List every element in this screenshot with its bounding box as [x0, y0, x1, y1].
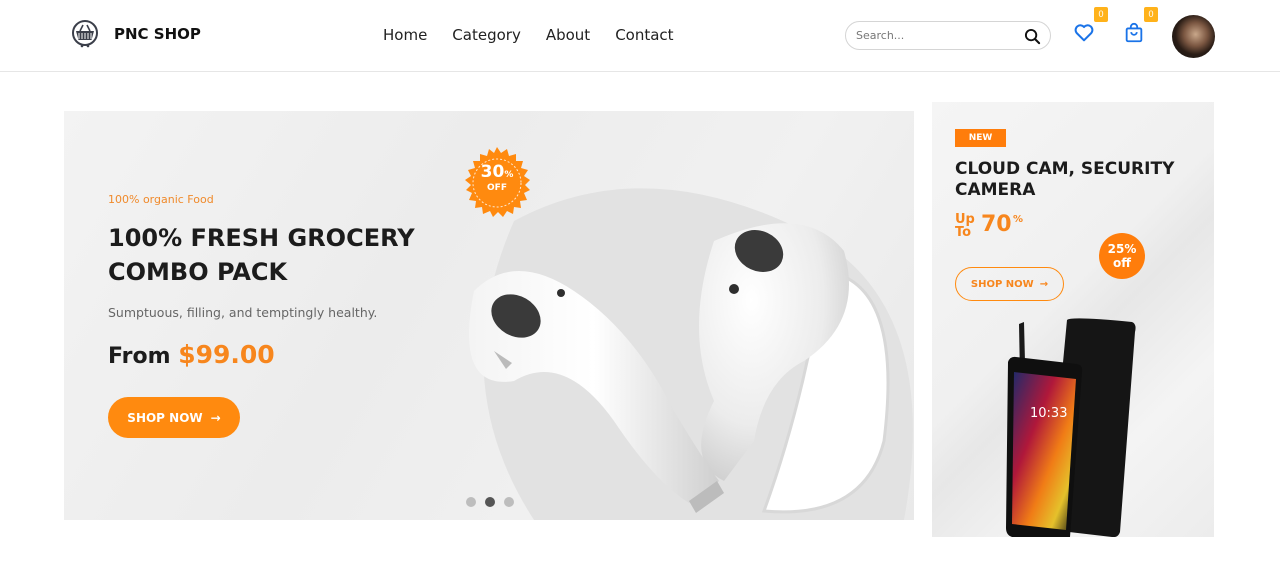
hero-shop-now-button[interactable]: SHOP NOW → [108, 397, 240, 438]
hero-title: 100% FRESH GROCERY COMBO PACK [108, 224, 415, 286]
promo-card: 10:33 NEW CLOUD CAM, SECURITY CAMERA Up … [932, 102, 1214, 537]
up-to-value: 70 [981, 212, 1012, 237]
price-amount: $99.00 [178, 340, 275, 369]
shopping-bag-icon[interactable] [1123, 22, 1145, 44]
up-to-label: Up To [955, 212, 975, 240]
new-badge: NEW [955, 129, 1006, 147]
hero-shop-now-label: SHOP NOW [127, 410, 203, 425]
search-box [845, 21, 1051, 50]
site-header: PNC SHOP Home Category About Contact 0 0 [0, 0, 1280, 72]
hero-price: From $99.00 [108, 340, 275, 369]
discount-seal-text: 30% OFF [461, 164, 533, 193]
promo-discount-badge: 25% off [1099, 233, 1145, 279]
nav-item-contact[interactable]: Contact [615, 26, 673, 44]
brand-logo[interactable]: PNC SHOP [70, 19, 201, 49]
search-input[interactable] [856, 29, 1016, 42]
promo-shop-now-button[interactable]: SHOP NOW → [955, 267, 1064, 301]
basket-logo-icon [72, 20, 98, 48]
price-prefix: From [108, 344, 171, 369]
nav-item-category[interactable]: Category [452, 26, 521, 44]
promo-shop-now-label: SHOP NOW [970, 278, 1034, 290]
search-icon[interactable] [1024, 28, 1041, 45]
hero-subtitle: 100% organic Food [108, 193, 214, 206]
earbuds-image [469, 188, 913, 520]
smartphone-image: 10:33 [1006, 318, 1136, 537]
nav-item-home[interactable]: Home [383, 26, 427, 44]
discount-value: 30 [480, 162, 505, 182]
nav-item-about[interactable]: About [546, 26, 590, 44]
slider-pagination [466, 497, 514, 507]
up-to-unit: % [1013, 214, 1024, 225]
hero-description: Sumptuous, filling, and temptingly healt… [108, 305, 378, 320]
svg-text:10:33: 10:33 [1030, 406, 1067, 421]
promo-discount-off: off [1113, 256, 1131, 270]
slider-dot[interactable] [466, 497, 476, 507]
promo-title: CLOUD CAM, SECURITY CAMERA [955, 159, 1175, 200]
arrow-right-icon: → [210, 410, 221, 425]
slider-dot[interactable] [504, 497, 514, 507]
brand-name: PNC SHOP [114, 25, 201, 43]
cart-count-badge: 0 [1144, 7, 1158, 22]
wishlist-count-badge: 0 [1094, 7, 1108, 22]
heart-icon[interactable] [1073, 22, 1095, 44]
slider-dot-active[interactable] [485, 497, 495, 507]
arrow-right-icon: → [1039, 278, 1049, 290]
hero-slider: 100% organic Food 100% FRESH GROCERY COM… [64, 111, 914, 520]
discount-unit: % [504, 170, 514, 180]
main-nav: Home Category About Contact [383, 26, 674, 44]
user-avatar[interactable] [1172, 15, 1215, 58]
promo-discount-value: 25% [1107, 242, 1137, 256]
discount-off-label: OFF [487, 183, 507, 193]
